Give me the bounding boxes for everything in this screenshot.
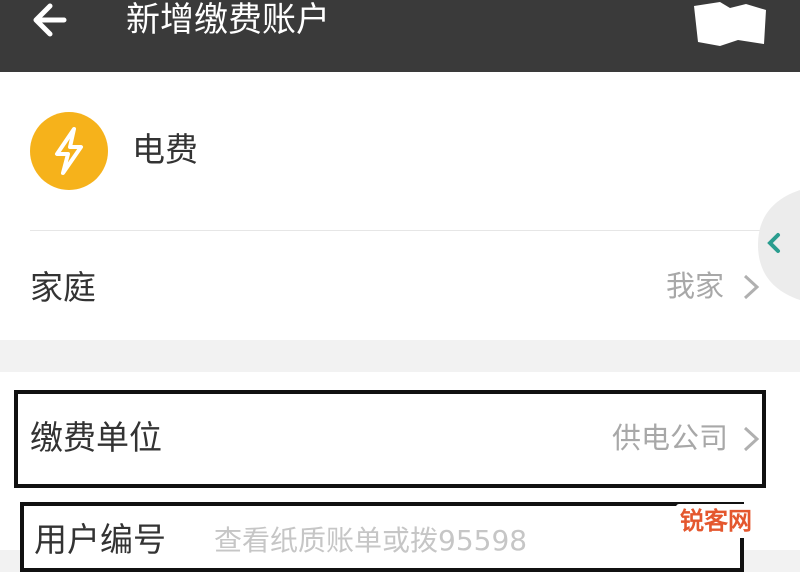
arrow-left-icon [33,3,67,37]
bill-type-name: 电费 [132,130,198,169]
user-number-row: 用户编号 [20,502,744,572]
payment-unit-row[interactable]: 缴费单位 供电公司 [14,390,766,488]
page-title: 新增缴费账户 [126,0,330,40]
watermark-text: 锐客网 [680,507,752,535]
header-menu-button[interactable] [690,0,770,48]
back-button[interactable] [28,0,72,44]
user-number-label: 用户编号 [34,520,166,559]
family-label: 家庭 [30,268,96,307]
header-bar: 新增缴费账户 [0,0,800,72]
payment-unit-value: 供电公司 [611,421,728,455]
side-panel-handle[interactable] [752,190,800,300]
user-number-input[interactable] [214,520,694,560]
menu-icon [694,2,766,46]
lightning-icon [30,112,108,190]
divider [30,230,800,231]
chevron-right-icon [743,426,760,452]
family-value: 我家 [665,269,724,303]
watermark: 锐客网 [676,504,776,538]
family-row[interactable]: 家庭 我家 [0,250,800,326]
payment-unit-label: 缴费单位 [30,418,162,457]
